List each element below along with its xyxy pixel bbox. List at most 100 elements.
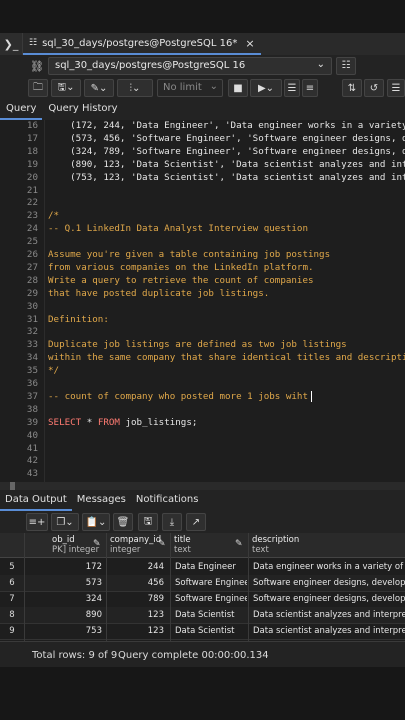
- grid-header: ob_id PK] integer ✎ company_id integer ✎…: [0, 533, 405, 558]
- code-token: within the same company that share ident…: [48, 352, 405, 364]
- query-panel-tabs: Query Query History: [0, 99, 405, 121]
- table-row[interactable]: 7 324 789 Software Engineer Software enginee…: [0, 591, 405, 608]
- table-row[interactable]: 8 890 123 Data Scientist Data scientist anal…: [0, 607, 405, 624]
- tab-data-output[interactable]: Data Output: [0, 490, 72, 511]
- terminal-icon[interactable]: ❯_: [0, 33, 23, 55]
- paste-icon[interactable]: 📋⌄: [82, 513, 110, 531]
- graph-icon[interactable]: ↗: [186, 513, 206, 531]
- table-cell[interactable]: 890: [52, 607, 102, 623]
- col-name: ob_id: [52, 535, 75, 545]
- tab-messages[interactable]: Messages: [72, 490, 131, 511]
- connection-label: sql_30_days/postgres@PostgreSQL 16: [55, 60, 246, 71]
- tab-notifications[interactable]: Notifications: [131, 490, 204, 511]
- col-name: title: [174, 535, 191, 545]
- table-row[interactable]: 9 753 123 Data Scientist Data scientist anal…: [0, 623, 405, 640]
- query-complete-text: Query complete 00:00:00.134: [118, 650, 269, 661]
- table-cell[interactable]: Software Engineer: [175, 575, 247, 591]
- code-line: (172, 244, 'Data Engineer', 'Data engine…: [48, 120, 405, 131]
- table-cell[interactable]: Data engineer works in a variety of sett…: [253, 559, 405, 575]
- line-number: 21: [26, 184, 38, 196]
- row-number[interactable]: 8: [0, 607, 24, 623]
- edit-pencil-icon[interactable]: ✎⌄: [84, 79, 114, 97]
- explain-analyze-icon[interactable]: ≡: [302, 79, 318, 97]
- tab-label: sql_30_days/postgres@PostgreSQL 16*: [42, 37, 238, 49]
- col-header-company-id[interactable]: company_id integer: [110, 535, 161, 555]
- table-cell[interactable]: 244: [110, 559, 164, 575]
- table-cell[interactable]: 753: [52, 623, 102, 639]
- save-icon[interactable]: 🖫⌄: [51, 79, 81, 97]
- edit-pencil-icon[interactable]: ✎: [235, 539, 243, 549]
- table-cell[interactable]: 456: [110, 575, 164, 591]
- text-cursor: [310, 390, 312, 402]
- database-icon[interactable]: ☷: [336, 57, 356, 75]
- line-number: 32: [26, 326, 38, 338]
- line-number: 43: [26, 468, 38, 480]
- execute-play-icon[interactable]: ▶⌄: [250, 79, 282, 97]
- filter-icon[interactable]: ⫶⌄: [117, 79, 153, 97]
- table-cell[interactable]: 172: [52, 559, 102, 575]
- code-line: */: [48, 365, 59, 376]
- table-row[interactable]: 6 573 456 Software Engineer Software enginee…: [0, 575, 405, 592]
- code-line: within the same company that share ident…: [48, 352, 405, 363]
- row-number[interactable]: 7: [0, 591, 24, 607]
- close-icon[interactable]: ×: [245, 37, 254, 50]
- save-data-icon[interactable]: 🖫: [138, 513, 158, 531]
- bottom-black-strip: [0, 667, 405, 720]
- col-type: text: [174, 545, 191, 555]
- table-cell[interactable]: Data Engineer: [175, 559, 247, 575]
- col-header-description[interactable]: description text: [252, 535, 299, 555]
- delete-icon[interactable]: 🗑: [113, 513, 133, 531]
- rollback-icon[interactable]: ↺: [364, 79, 384, 97]
- table-cell[interactable]: 123: [110, 623, 164, 639]
- code-line: -- Q.1 LinkedIn Data Analyst Interview q…: [48, 223, 308, 234]
- table-cell[interactable]: Data Scientist: [175, 623, 247, 639]
- col-header-title[interactable]: title text: [174, 535, 191, 555]
- line-number: 28: [26, 274, 38, 286]
- code-line: (573, 456, 'Software Engineer', 'Softwar…: [48, 133, 405, 144]
- line-number: 22: [26, 197, 38, 209]
- line-number: 42: [26, 455, 38, 467]
- tab-query-history[interactable]: Query History: [42, 99, 123, 120]
- commit-icon[interactable]: ⇅: [342, 79, 362, 97]
- panel-divider[interactable]: [0, 482, 405, 490]
- macros-icon[interactable]: ☰: [387, 79, 405, 97]
- code-line: Assume you're given a table containing j…: [48, 249, 330, 260]
- tab-query[interactable]: Query: [0, 99, 43, 120]
- row-number[interactable]: 9: [0, 623, 24, 639]
- limit-select[interactable]: No limit ⌄: [157, 79, 223, 97]
- add-row-icon[interactable]: ≡+: [26, 513, 48, 531]
- table-cell[interactable]: 324: [52, 591, 102, 607]
- sql-editor[interactable]: 16 (172, 244, 'Data Engineer', 'Data eng…: [0, 120, 405, 482]
- explain-icon[interactable]: ☰: [284, 79, 300, 97]
- table-cell[interactable]: 123: [110, 607, 164, 623]
- copy-icon[interactable]: ❐⌄: [51, 513, 79, 531]
- table-cell[interactable]: 789: [110, 591, 164, 607]
- code-token: *: [81, 416, 98, 428]
- table-cell[interactable]: Software engineer designs, develops, tes…: [253, 591, 405, 607]
- edit-pencil-icon[interactable]: ✎: [158, 539, 166, 549]
- table-row[interactable]: 5 172 244 Data Engineer Data engineer works …: [0, 559, 405, 576]
- table-cell[interactable]: Software Engineer: [175, 591, 247, 607]
- row-number[interactable]: 6: [0, 575, 24, 591]
- edit-pencil-icon[interactable]: ✎: [93, 539, 101, 549]
- code-token: SELECT: [48, 416, 82, 428]
- row-number[interactable]: 5: [0, 559, 24, 575]
- line-number: 18: [26, 145, 38, 157]
- query-tab[interactable]: ☷ sql_30_days/postgres@PostgreSQL 16* ×: [23, 33, 261, 55]
- line-number: 34: [26, 352, 38, 364]
- stop-icon[interactable]: ■: [228, 79, 248, 97]
- connection-status-icon[interactable]: ⛓: [28, 58, 46, 74]
- table-cell[interactable]: 573: [52, 575, 102, 591]
- table-cell[interactable]: Software engineer designs, develops, tes…: [253, 575, 405, 591]
- col-type: integer: [110, 545, 141, 555]
- table-cell[interactable]: Data scientist analyzes and interprets c…: [253, 623, 405, 639]
- download-icon[interactable]: ⤓: [162, 513, 182, 531]
- code-line: Definition:: [48, 314, 109, 325]
- table-cell[interactable]: Data Scientist: [175, 607, 247, 623]
- col-name: description: [252, 535, 300, 545]
- line-number: 39: [26, 416, 38, 428]
- code-line: (324, 789, 'Software Engineer', 'Softwar…: [48, 146, 405, 157]
- open-folder-icon[interactable]: 🗀: [28, 79, 48, 97]
- table-cell[interactable]: Data scientist analyzes and interprets c…: [253, 607, 405, 623]
- connection-select[interactable]: sql_30_days/postgres@PostgreSQL 16 ⌄: [48, 57, 332, 75]
